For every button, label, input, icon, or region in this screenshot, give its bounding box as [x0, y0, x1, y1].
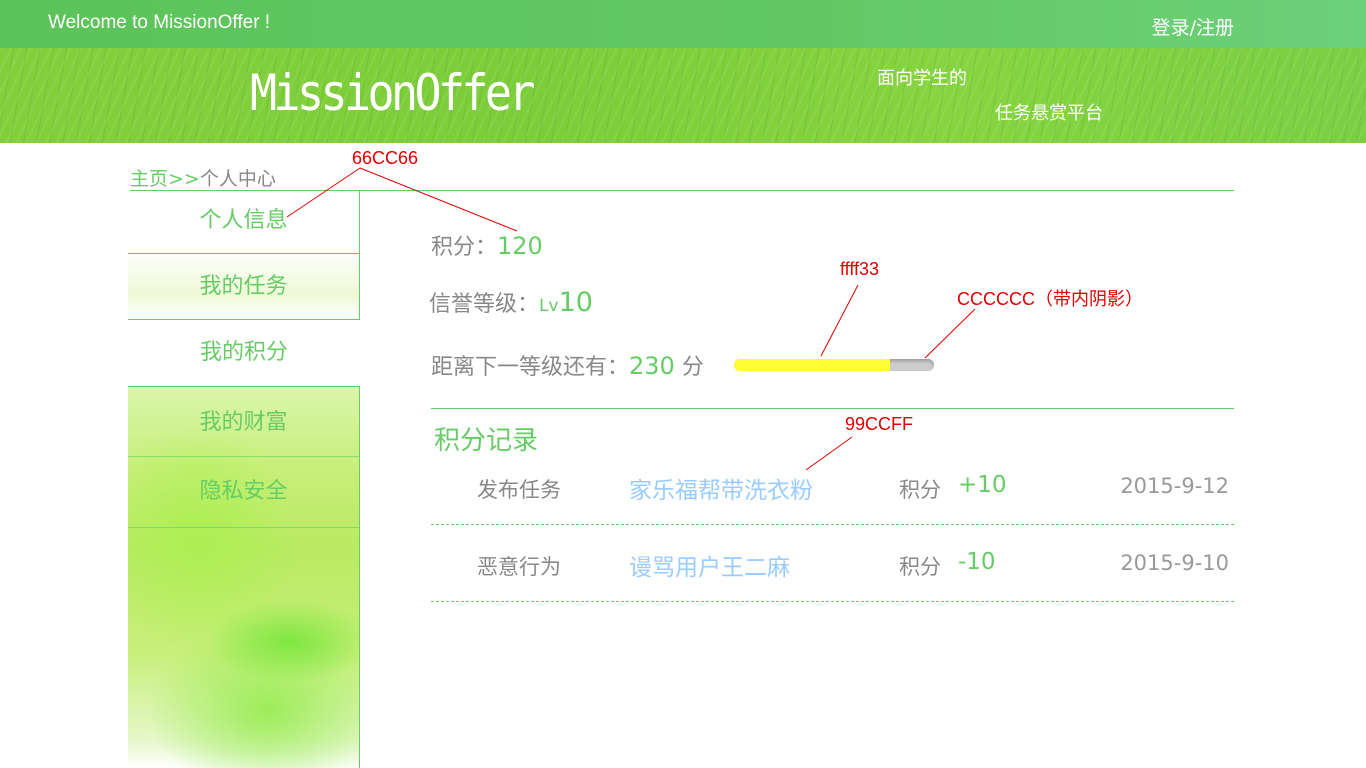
next-level-unit: 分: [674, 355, 704, 380]
sidebar-item-privacy-security[interactable]: 隐私安全: [128, 457, 360, 527]
next-level-value: 230: [629, 352, 675, 380]
sidebar-item-label: 我的任务: [199, 274, 288, 299]
welcome-text: Welcome to MissionOffer !: [48, 12, 271, 33]
sidebar-item-label: 我的财富: [199, 410, 288, 435]
level-value: 10: [558, 287, 593, 318]
sidebar-item-label: 个人信息: [199, 208, 288, 233]
annotation-yellow: ffff33: [840, 259, 880, 279]
breadcrumb-home[interactable]: 主页: [130, 168, 168, 190]
annotation-blue: 99CCFF: [845, 414, 914, 434]
annotation-gray: CCCCCC（带内阴影）: [957, 289, 1143, 309]
points-row: 积分：120: [431, 229, 543, 261]
record-type: 恶意行为: [477, 555, 561, 579]
breadcrumb: 主页>>个人中心: [130, 164, 276, 191]
annotation-line-yellow: [820, 284, 859, 357]
next-level-label: 距离下一等级还有：: [431, 355, 630, 380]
record-divider: [431, 601, 1234, 602]
record-points-amount: -10: [958, 549, 996, 575]
breadcrumb-separator: >>: [168, 168, 200, 190]
level-prefix: Lv: [539, 296, 559, 316]
sidebar: 个人信息 我的任务 我的积分 我的财富 隐私安全: [128, 191, 360, 768]
sidebar-item-my-tasks[interactable]: 我的任务: [128, 254, 360, 320]
breadcrumb-current: 个人中心: [199, 168, 276, 190]
annotation-line-gray: [924, 308, 976, 359]
sidebar-item-my-wealth[interactable]: 我的财富: [128, 387, 360, 456]
record-date: 2015-9-12: [1120, 474, 1229, 498]
points-value: 120: [497, 232, 543, 260]
logo[interactable]: MissionOffer: [250, 64, 536, 122]
record-points-amount: +10: [958, 472, 1007, 498]
record-date: 2015-9-10: [1120, 551, 1229, 575]
record-description-link[interactable]: 谩骂用户王二麻: [629, 548, 790, 582]
annotation-line-green-2: [359, 167, 518, 232]
records-divider: [431, 408, 1234, 409]
slogan-line-1: 面向学生的: [877, 68, 967, 89]
level-row: 信誉等级：Lv10: [429, 286, 593, 318]
record-row: 发布任务 家乐福帮带洗衣粉 积分 +10 2015-9-12: [431, 448, 1234, 525]
record-points-label: 积分: [899, 555, 941, 579]
level-progress-bar: [734, 359, 934, 371]
level-progress-fill: [734, 359, 890, 371]
record-description-link[interactable]: 家乐福帮带洗衣粉: [629, 471, 813, 505]
record-type: 发布任务: [477, 478, 561, 502]
sidebar-item-personal-info[interactable]: 个人信息: [128, 191, 360, 254]
annotation-green: 66CC66: [352, 148, 419, 168]
top-bar: Welcome to MissionOffer ! 登录/注册: [0, 0, 1366, 48]
record-points-label: 积分: [899, 478, 941, 502]
login-register-link[interactable]: 登录/注册: [1152, 13, 1234, 40]
slogan-line-2: 任务悬赏平台: [995, 103, 1103, 124]
sidebar-item-my-points[interactable]: 我的积分: [128, 320, 360, 386]
sidebar-item-label: 我的积分: [199, 340, 288, 365]
sidebar-divider: [128, 527, 360, 528]
level-label: 信誉等级：: [429, 292, 540, 317]
points-label: 积分：: [431, 235, 498, 260]
record-row: 恶意行为 谩骂用户王二麻 积分 -10 2015-9-10: [431, 525, 1234, 602]
banner: MissionOffer 面向学生的 任务悬赏平台: [0, 48, 1366, 143]
sidebar-item-label: 隐私安全: [199, 479, 288, 504]
next-level-row: 距离下一等级还有：230 分: [431, 349, 704, 381]
